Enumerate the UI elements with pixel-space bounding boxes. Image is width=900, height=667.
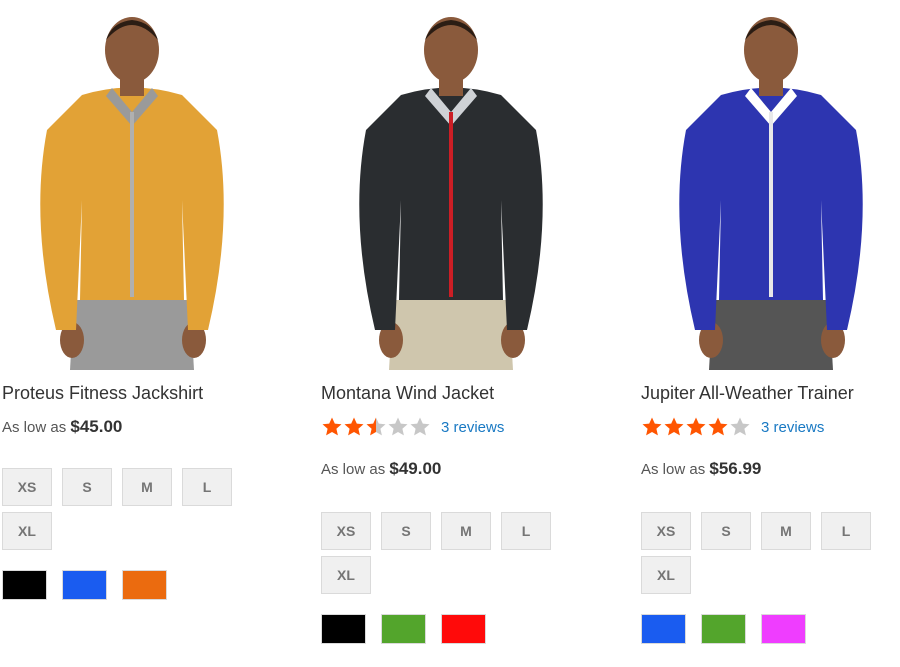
star-icon: [322, 417, 342, 436]
star-icon: [730, 417, 750, 436]
star-icon: [344, 417, 364, 436]
product-photo[interactable]: [12, 0, 252, 370]
size-option-s[interactable]: S: [381, 512, 431, 550]
price-label: As low as: [2, 419, 67, 436]
color-swatches: [641, 614, 900, 644]
color-swatches: [2, 570, 262, 600]
product-name-link[interactable]: Proteus Fitness Jackshirt: [2, 382, 262, 404]
price-amount: $49.00: [389, 459, 442, 478]
color-swatch-green[interactable]: [701, 614, 746, 644]
color-swatches: [321, 614, 581, 644]
star-icon: [708, 417, 728, 436]
price-amount: $56.99: [709, 459, 762, 478]
product-photo[interactable]: [651, 0, 891, 370]
color-swatch-blue[interactable]: [62, 570, 107, 600]
product-photo[interactable]: [331, 0, 571, 370]
price-label: As low as: [641, 461, 706, 478]
product-rating: 3 reviews: [321, 416, 581, 438]
size-option-m[interactable]: M: [441, 512, 491, 550]
rating-stars: [321, 416, 431, 438]
rating-stars: [641, 416, 751, 438]
size-option-l[interactable]: L: [501, 512, 551, 550]
price-label: As low as: [321, 461, 386, 478]
size-option-xl[interactable]: XL: [641, 556, 691, 594]
product-price: As low as $45.00: [2, 416, 262, 438]
reviews-link[interactable]: 3 reviews: [441, 419, 504, 436]
size-option-l[interactable]: L: [182, 468, 232, 506]
color-swatch-green[interactable]: [381, 614, 426, 644]
size-option-xs[interactable]: XS: [641, 512, 691, 550]
star-icon: [388, 417, 408, 436]
star-icon: [686, 417, 706, 436]
product-item: Montana Wind Jacket 3 reviews As low as …: [321, 0, 581, 644]
model-figure: [40, 17, 224, 370]
product-rating: 3 reviews: [641, 416, 900, 438]
product-name-link[interactable]: Montana Wind Jacket: [321, 382, 581, 404]
color-swatch-black[interactable]: [321, 614, 366, 644]
color-swatch-orange[interactable]: [122, 570, 167, 600]
star-icon: [664, 417, 684, 436]
size-options: XS S M L XL: [641, 512, 900, 600]
size-option-m[interactable]: M: [761, 512, 811, 550]
product-grid: Proteus Fitness Jackshirt As low as $45.…: [0, 0, 900, 667]
color-swatch-red[interactable]: [441, 614, 486, 644]
product-item: Jupiter All-Weather Trainer 3 reviews As…: [641, 0, 900, 644]
size-options: XS S M L XL: [321, 512, 581, 600]
product-price: As low as $49.00: [321, 458, 581, 480]
star-icon: [410, 417, 430, 436]
size-option-xs[interactable]: XS: [2, 468, 52, 506]
reviews-link[interactable]: 3 reviews: [761, 419, 824, 436]
size-option-s[interactable]: S: [701, 512, 751, 550]
size-option-l[interactable]: L: [821, 512, 871, 550]
product-name-link[interactable]: Jupiter All-Weather Trainer: [641, 382, 900, 404]
model-figure: [679, 17, 863, 370]
star-icon: [366, 417, 386, 436]
product-price: As low as $56.99: [641, 458, 900, 480]
price-amount: $45.00: [70, 417, 123, 436]
model-figure: [359, 17, 543, 370]
size-option-xs[interactable]: XS: [321, 512, 371, 550]
size-option-s[interactable]: S: [62, 468, 112, 506]
size-option-m[interactable]: M: [122, 468, 172, 506]
color-swatch-pink[interactable]: [761, 614, 806, 644]
size-option-xl[interactable]: XL: [321, 556, 371, 594]
size-option-xl[interactable]: XL: [2, 512, 52, 550]
color-swatch-blue[interactable]: [641, 614, 686, 644]
size-options: XS S M L XL: [2, 468, 262, 556]
product-item: Proteus Fitness Jackshirt As low as $45.…: [2, 0, 262, 600]
star-icon: [642, 417, 662, 436]
color-swatch-black[interactable]: [2, 570, 47, 600]
